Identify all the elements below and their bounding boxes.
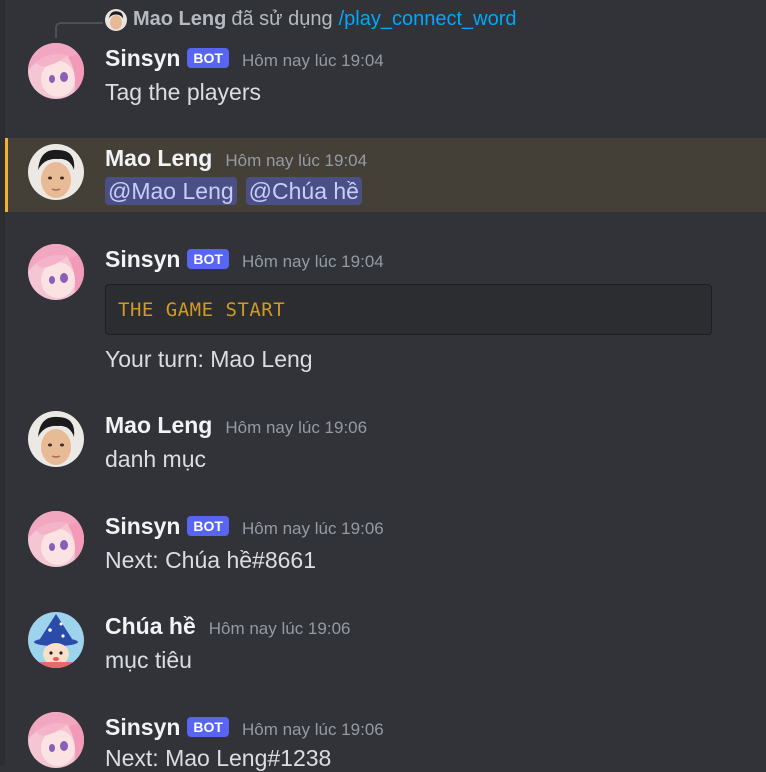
anime-girl-avatar-icon (28, 244, 84, 300)
timestamp[interactable]: Hôm nay lúc 19:04 (242, 51, 384, 71)
timestamp[interactable]: Hôm nay lúc 19:06 (242, 519, 384, 539)
code-text: THE GAME START (118, 299, 286, 321)
message-header: Mao Leng Hôm nay lúc 19:06 (105, 412, 367, 439)
username[interactable]: Sinsyn (105, 513, 180, 540)
bot-badge: BOT (187, 717, 229, 737)
message-text: danh mục (105, 446, 207, 472)
chuahe-avatar[interactable] (28, 612, 84, 668)
anime-girl-avatar-icon (28, 43, 84, 99)
message-header: Sinsyn BOT Hôm nay lúc 19:06 (105, 714, 384, 741)
timestamp[interactable]: Hôm nay lúc 19:06 (209, 619, 351, 639)
bot-badge: BOT (187, 516, 229, 536)
reply-connector (55, 22, 103, 38)
sinsyn-avatar[interactable] (28, 511, 84, 567)
man-portrait-avatar-icon (28, 411, 84, 467)
reply-verb: đã sử dụng (231, 8, 333, 30)
message-header: Mao Leng Hôm nay lúc 19:04 (105, 145, 367, 172)
timestamp[interactable]: Hôm nay lúc 19:06 (242, 720, 384, 740)
username[interactable]: Chúa hề (105, 613, 196, 640)
bot-badge: BOT (187, 48, 229, 68)
sinsyn-avatar[interactable] (28, 43, 84, 99)
username[interactable]: Mao Leng (105, 145, 212, 172)
mention-highlight-bar (5, 138, 8, 212)
message-text: Next: Mao Leng#1238 (105, 745, 332, 771)
reply-context[interactable]: Mao Leng đã sử dụng /play_connect_word (105, 8, 516, 31)
maoleng-avatar[interactable] (28, 144, 84, 200)
username[interactable]: Sinsyn (105, 714, 180, 741)
username[interactable]: Mao Leng (105, 412, 212, 439)
man-portrait-avatar-icon (28, 144, 84, 200)
message-header: Sinsyn BOT Hôm nay lúc 19:04 (105, 45, 384, 72)
anime-girl-avatar-icon (28, 511, 84, 567)
code-block: THE GAME START (105, 284, 712, 335)
message-text: Tag the players (105, 79, 261, 105)
message-text: mục tiêu (105, 647, 192, 673)
bot-badge: BOT (187, 249, 229, 269)
anime-girl-avatar-icon (28, 712, 84, 768)
user-mention[interactable]: @Mao Leng (105, 177, 237, 205)
timestamp[interactable]: Hôm nay lúc 19:06 (225, 418, 367, 438)
scroll-edge (0, 0, 5, 766)
username[interactable]: Sinsyn (105, 246, 180, 273)
reply-avatar (105, 8, 127, 31)
username[interactable]: Sinsyn (105, 45, 180, 72)
message-text: Next: Chúa hề#8661 (105, 547, 316, 573)
message-text: Your turn: Mao Leng (105, 346, 313, 372)
slash-command-link[interactable]: /play_connect_word (339, 8, 517, 31)
timestamp[interactable]: Hôm nay lúc 19:04 (242, 252, 384, 272)
timestamp[interactable]: Hôm nay lúc 19:04 (225, 151, 367, 171)
maoleng-avatar[interactable] (28, 411, 84, 467)
message-text: @Mao Leng @Chúa hề (105, 177, 371, 205)
sinsyn-avatar[interactable] (28, 244, 84, 300)
wizard-hat-avatar-icon (28, 612, 84, 668)
message-header: Sinsyn BOT Hôm nay lúc 19:06 (105, 513, 384, 540)
user-mention[interactable]: @Chúa hề (245, 177, 362, 205)
sinsyn-avatar[interactable] (28, 712, 84, 768)
message-header: Sinsyn BOT Hôm nay lúc 19:04 (105, 246, 384, 273)
message-header: Chúa hề Hôm nay lúc 19:06 (105, 613, 350, 640)
reply-username[interactable]: Mao Leng (133, 8, 226, 31)
